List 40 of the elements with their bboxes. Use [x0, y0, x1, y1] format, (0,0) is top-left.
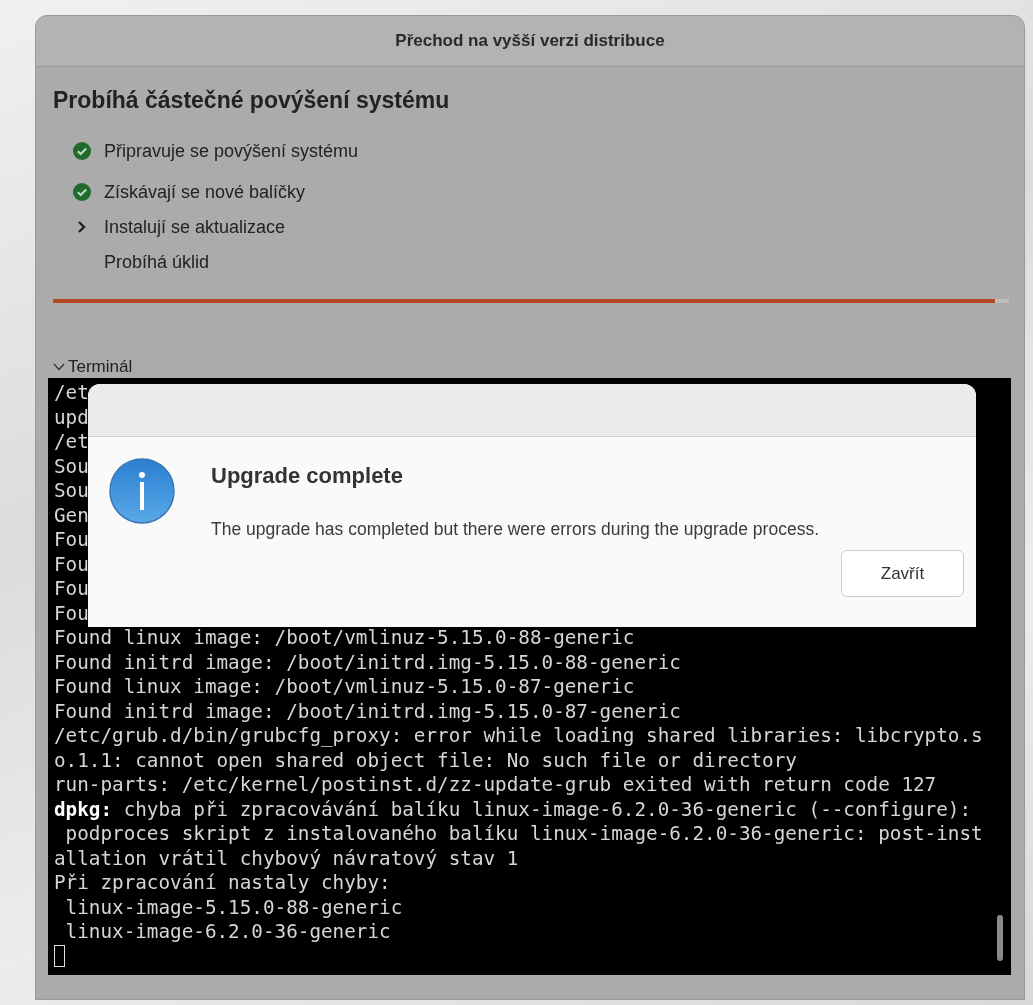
terminal-line: run-parts: /etc/kernel/postinst.d/zz-update-grub exited with return code 127 [54, 773, 937, 798]
terminal-line: /etc/grub.d/bin/grubcfg_proxy: error while loading shared libraries: libcrypto.s [54, 724, 983, 749]
close-button[interactable]: Zavřít [841, 550, 964, 597]
step-label: Instalují se aktualizace [104, 216, 286, 238]
check-icon [72, 182, 92, 202]
terminal-line: Gen [54, 503, 89, 528]
terminal-line: o.1.1: cannot open shared object file: No such file or directory [54, 748, 797, 773]
step-label: Probíhá úklid [104, 251, 210, 273]
terminal-line: Found linux image: /boot/vmlinuz-5.15.0-88-generic [54, 626, 635, 651]
terminal-line: Fou [54, 552, 89, 577]
step-label: Připravuje se povýšení systému [104, 140, 359, 162]
terminal-line: podproces skript z instalovaného balíku linux-image-6.2.0-36-generic: post-inst [64, 822, 983, 847]
dialog-title: Upgrade complete [211, 463, 404, 489]
terminal-line: Fou [54, 601, 89, 626]
terminal-line: linux-image-5.15.0-88-generic [64, 895, 403, 920]
info-icon [108, 457, 176, 525]
window-title: Přechod na vyšší verzi distribuce [395, 31, 665, 51]
chevron-down-icon [53, 363, 65, 371]
terminal-line: dpkg: chyba při zpracovávání balíku linux-image-6.2.0-36-generic (--configure): [54, 797, 972, 822]
terminal-line: Fou [54, 528, 89, 553]
terminal-expander[interactable]: Terminál [53, 358, 133, 376]
terminal-line: upd [54, 405, 89, 430]
terminal-line: Sou [54, 479, 89, 504]
terminal-line: /et [54, 430, 89, 455]
terminal-line: Fou [54, 577, 89, 602]
terminal-line: Found initrd image: /boot/initrd.img-5.15.0-88-generic [54, 650, 681, 675]
terminal-line: Found initrd image: /boot/initrd.img-5.15.0-87-generic [54, 699, 681, 724]
check-icon [72, 141, 92, 161]
terminal-line: linux-image-6.2.0-36-generic [64, 920, 391, 945]
terminal-cursor [54, 944, 65, 967]
chevron-right-icon [76, 220, 88, 234]
terminal-line: Found linux image: /boot/vmlinuz-5.15.0-87-generic [54, 675, 635, 700]
scrollbar-thumb[interactable] [997, 915, 1003, 961]
heading: Probíhá částečné povýšení systému [53, 87, 451, 114]
terminal-line: /et [54, 381, 89, 406]
terminal-line: Při zpracování nastaly chyby: [54, 871, 391, 896]
terminal-line: Sou [54, 454, 89, 479]
step-label: Získávají se nové balíčky [104, 181, 306, 203]
dialog-message: The upgrade has completed but there were errors during the upgrade process. [211, 519, 819, 540]
terminal-line: allation vrátil chybový návratový stav 1 [54, 846, 519, 871]
